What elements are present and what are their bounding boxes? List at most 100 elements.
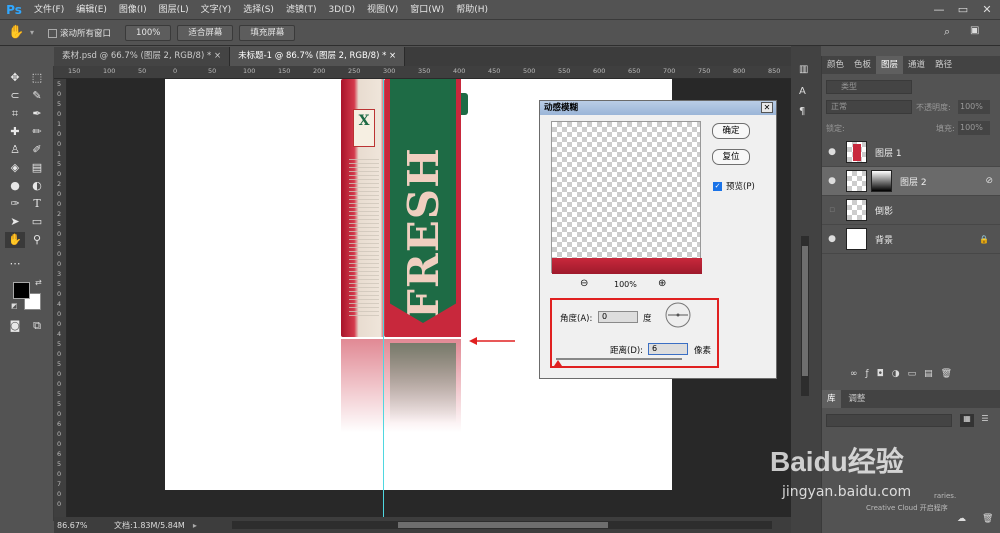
menu-filter[interactable]: 滤镜(T) bbox=[280, 0, 323, 20]
layer-mask-thumbnail[interactable] bbox=[871, 170, 892, 192]
quick-select-tool-icon[interactable]: ✎ bbox=[27, 88, 47, 104]
menu-3d[interactable]: 3D(D) bbox=[322, 0, 361, 20]
zoom-100-button[interactable]: 100% bbox=[125, 24, 172, 41]
eye-icon[interactable]: ● bbox=[822, 147, 842, 157]
eyedropper-tool-icon[interactable]: ✒ bbox=[27, 106, 47, 122]
layer-row[interactable]: ● 图层 2 ⊘ bbox=[822, 167, 1000, 196]
tab-color[interactable]: 颜色 bbox=[822, 56, 849, 74]
distance-slider-handle[interactable] bbox=[554, 360, 562, 366]
minimize-button[interactable]: — bbox=[932, 3, 946, 17]
distance-input[interactable]: 6 bbox=[648, 343, 688, 355]
zoom-out-icon[interactable]: ⊖ bbox=[580, 278, 588, 289]
menu-edit[interactable]: 编辑(E) bbox=[70, 0, 113, 20]
lasso-tool-icon[interactable]: ⊂ bbox=[5, 88, 25, 104]
fit-screen-button[interactable]: 适合屏幕 bbox=[177, 24, 234, 41]
history-brush-tool-icon[interactable]: ✐ bbox=[27, 142, 47, 158]
close-icon[interactable]: × bbox=[214, 51, 221, 61]
horizontal-scroll-thumb[interactable] bbox=[398, 522, 608, 528]
menu-help[interactable]: 帮助(H) bbox=[450, 0, 494, 20]
reset-button[interactable]: 复位 bbox=[712, 149, 750, 165]
fill-screen-button[interactable]: 填充屏幕 bbox=[239, 24, 296, 41]
type-tool-icon[interactable]: T bbox=[27, 196, 47, 212]
eye-icon[interactable]: ● bbox=[822, 234, 842, 244]
crop-tool-icon[interactable]: ⌗ bbox=[5, 106, 25, 122]
smart-filter-icon[interactable]: ⊘ bbox=[985, 176, 993, 186]
close-icon[interactable]: × bbox=[389, 51, 396, 61]
menu-file[interactable]: 文件(F) bbox=[28, 0, 70, 20]
paragraph-icon[interactable]: ¶ bbox=[799, 106, 805, 117]
tab-swatches[interactable]: 色板 bbox=[849, 56, 876, 74]
swap-colors-icon[interactable]: ⇄ bbox=[35, 278, 42, 287]
status-menu-arrow-icon[interactable]: ▸ bbox=[193, 521, 197, 530]
screen-mode-icon[interactable]: ⧉ bbox=[27, 318, 47, 334]
pen-tool-icon[interactable]: ✑ bbox=[5, 196, 25, 212]
scroll-all-windows-checkbox[interactable]: 滚动所有窗口 bbox=[48, 27, 111, 39]
angle-input[interactable]: 0 bbox=[598, 311, 638, 323]
blur-tool-icon[interactable]: ● bbox=[5, 178, 25, 194]
grid-view-icon[interactable]: ▦ bbox=[960, 414, 974, 427]
opacity-input[interactable]: 100% bbox=[958, 100, 990, 114]
library-select[interactable] bbox=[826, 414, 952, 427]
eraser-tool-icon[interactable]: ◈ bbox=[5, 160, 25, 176]
foreground-color-swatch-top[interactable] bbox=[13, 282, 30, 299]
fill-input[interactable]: 100% bbox=[958, 121, 990, 135]
tab-channels[interactable]: 通道 bbox=[903, 56, 930, 74]
quick-mask-icon[interactable]: ◙ bbox=[5, 318, 25, 334]
zoom-in-icon[interactable]: ⊕ bbox=[658, 278, 666, 289]
history-icon[interactable]: ▥ bbox=[799, 64, 808, 75]
workspace-icon[interactable]: ▣ bbox=[970, 25, 979, 36]
gradient-tool-icon[interactable]: ▤ bbox=[27, 160, 47, 176]
trash-icon[interactable]: 🗑 bbox=[982, 514, 993, 524]
stamp-tool-icon[interactable]: ♙ bbox=[5, 142, 25, 158]
dialog-title-bar[interactable]: 动感模糊 ✕ bbox=[540, 101, 776, 115]
filter-preview[interactable] bbox=[551, 121, 702, 274]
menu-window[interactable]: 窗口(W) bbox=[404, 0, 450, 20]
vertical-scroll-thumb[interactable] bbox=[802, 246, 808, 376]
close-button[interactable]: ✕ bbox=[980, 3, 994, 17]
chevron-down-icon[interactable]: ▾ bbox=[30, 28, 34, 37]
menu-view[interactable]: 视图(V) bbox=[361, 0, 404, 20]
menu-select[interactable]: 选择(S) bbox=[237, 0, 280, 20]
list-view-icon[interactable]: ☰ bbox=[978, 414, 992, 427]
layer-filter-kind[interactable]: 类型 bbox=[826, 80, 912, 94]
blend-mode-select[interactable]: 正常 bbox=[826, 100, 912, 114]
hand-tool-icon[interactable]: ✋ bbox=[5, 232, 25, 248]
tab-adjustments[interactable]: 调整 bbox=[843, 390, 870, 408]
layer-row[interactable]: ● 背景 🔒 bbox=[822, 225, 1000, 254]
hand-tool-icon[interactable]: ✋ bbox=[8, 25, 30, 40]
eye-icon[interactable]: ● bbox=[822, 176, 842, 186]
tab-libraries[interactable]: 库 bbox=[822, 390, 841, 408]
marquee-tool-icon[interactable]: ⬚ bbox=[27, 70, 47, 86]
layer-actions-icons[interactable]: ∞ƒ◘◑▭▤🗑 bbox=[850, 369, 960, 379]
vertical-scrollbar[interactable] bbox=[801, 236, 809, 396]
angle-dial[interactable] bbox=[664, 301, 692, 329]
brush-tool-icon[interactable]: ✏ bbox=[27, 124, 47, 140]
healing-tool-icon[interactable]: ✚ bbox=[5, 124, 25, 140]
tab-layers[interactable]: 图层 bbox=[876, 56, 904, 74]
layer-row[interactable]: ● 图层 1 bbox=[822, 138, 1000, 167]
tab-sucai[interactable]: 素材.psd @ 66.7% (图层 2, RGB/8) * × bbox=[54, 47, 231, 66]
zoom-readout[interactable]: 86.67% bbox=[54, 521, 98, 530]
ok-button[interactable]: 确定 bbox=[712, 123, 750, 139]
cloud-icon[interactable]: ☁ bbox=[957, 514, 966, 524]
horizontal-scrollbar[interactable] bbox=[232, 521, 772, 529]
tab-paths[interactable]: 路径 bbox=[930, 56, 957, 74]
properties-icon[interactable]: A bbox=[799, 86, 806, 97]
restore-button[interactable]: ▭ bbox=[956, 3, 970, 17]
move-tool-icon[interactable]: ✥ bbox=[5, 70, 25, 86]
search-icon[interactable]: ⌕ bbox=[944, 25, 950, 39]
menu-image[interactable]: 图像(I) bbox=[113, 0, 153, 20]
menu-layer[interactable]: 图层(L) bbox=[153, 0, 195, 20]
close-icon[interactable]: ✕ bbox=[761, 102, 773, 113]
preview-checkbox[interactable]: ✓ 预览(P) bbox=[713, 180, 755, 192]
guide-line[interactable] bbox=[383, 79, 384, 517]
menu-type[interactable]: 文字(Y) bbox=[195, 0, 238, 20]
eye-hidden-icon[interactable]: ▫ bbox=[822, 205, 842, 215]
default-colors-icon[interactable]: ◩ bbox=[11, 302, 18, 310]
more-tools-icon[interactable]: ⋯ bbox=[5, 256, 25, 272]
tab-untitled-1[interactable]: 未标题-1 @ 86.7% (图层 2, RGB/8) * × bbox=[230, 47, 406, 66]
shape-tool-icon[interactable]: ▭ bbox=[27, 214, 47, 230]
distance-slider-track[interactable] bbox=[556, 358, 682, 360]
layer-row[interactable]: ▫ 倒影 bbox=[822, 196, 1000, 225]
path-select-tool-icon[interactable]: ➤ bbox=[5, 214, 25, 230]
